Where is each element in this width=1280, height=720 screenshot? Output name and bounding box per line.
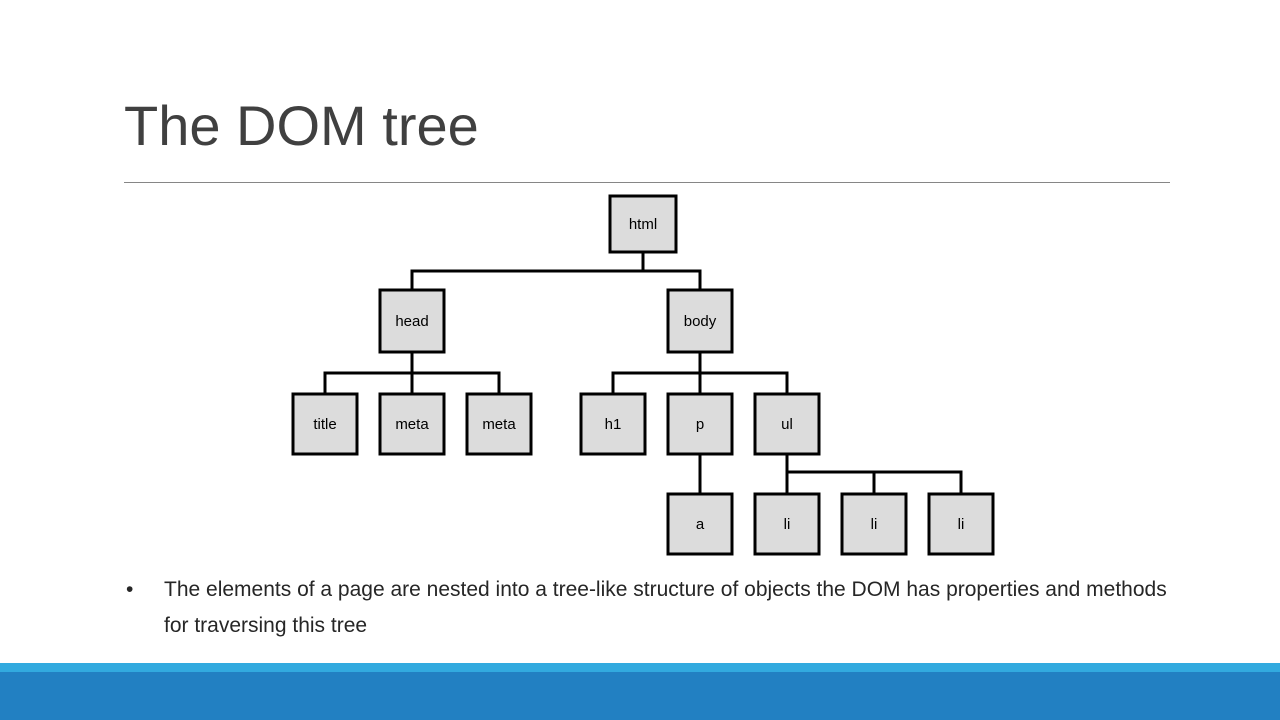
tree-node-label: html: [629, 216, 657, 233]
footer-accent-band-light: [0, 663, 1280, 672]
tree-node-p: p: [666, 392, 734, 456]
tree-node-meta1: meta: [378, 392, 446, 456]
tree-node-meta2: meta: [465, 392, 533, 456]
bullet-item-text: The elements of a page are nested into a…: [164, 578, 1167, 637]
tree-node-li3: li: [927, 492, 995, 556]
tree-node-label: meta: [482, 416, 516, 433]
tree-node-label: h1: [605, 416, 622, 433]
tree-node-label: body: [684, 313, 717, 330]
tree-node-label: head: [395, 313, 428, 330]
bullet-list: • The elements of a page are nested into…: [118, 572, 1178, 644]
bullet-marker-icon: •: [126, 578, 134, 601]
footer-accent-band-dark: [0, 672, 1280, 720]
tree-node-li2: li: [840, 492, 908, 556]
tree-node-label: p: [696, 416, 704, 433]
dom-tree-svg: html head body title meta meta h1 p ul a li li li: [291, 194, 995, 556]
tree-node-h1: h1: [579, 392, 647, 456]
tree-node-title: title: [291, 392, 359, 456]
tree-node-li1: li: [753, 492, 821, 556]
list-item: • The elements of a page are nested into…: [118, 572, 1178, 644]
tree-node-ul: ul: [753, 392, 821, 456]
tree-node-label: li: [958, 516, 965, 533]
tree-node-label: title: [313, 416, 336, 433]
page-title: The DOM tree: [124, 94, 479, 157]
tree-node-label: a: [696, 516, 705, 533]
tree-node-label: ul: [781, 416, 793, 433]
tree-node-a: a: [666, 492, 734, 556]
tree-node-label: li: [784, 516, 791, 533]
tree-node-body: body: [666, 288, 734, 354]
tree-node-label: li: [871, 516, 878, 533]
tree-node-label: meta: [395, 416, 429, 433]
tree-node-head: head: [378, 288, 446, 354]
tree-node-html: html: [608, 194, 678, 254]
title-divider: [124, 182, 1170, 183]
dom-tree-diagram: html head body title meta meta h1 p ul a li li li: [280, 190, 1020, 560]
